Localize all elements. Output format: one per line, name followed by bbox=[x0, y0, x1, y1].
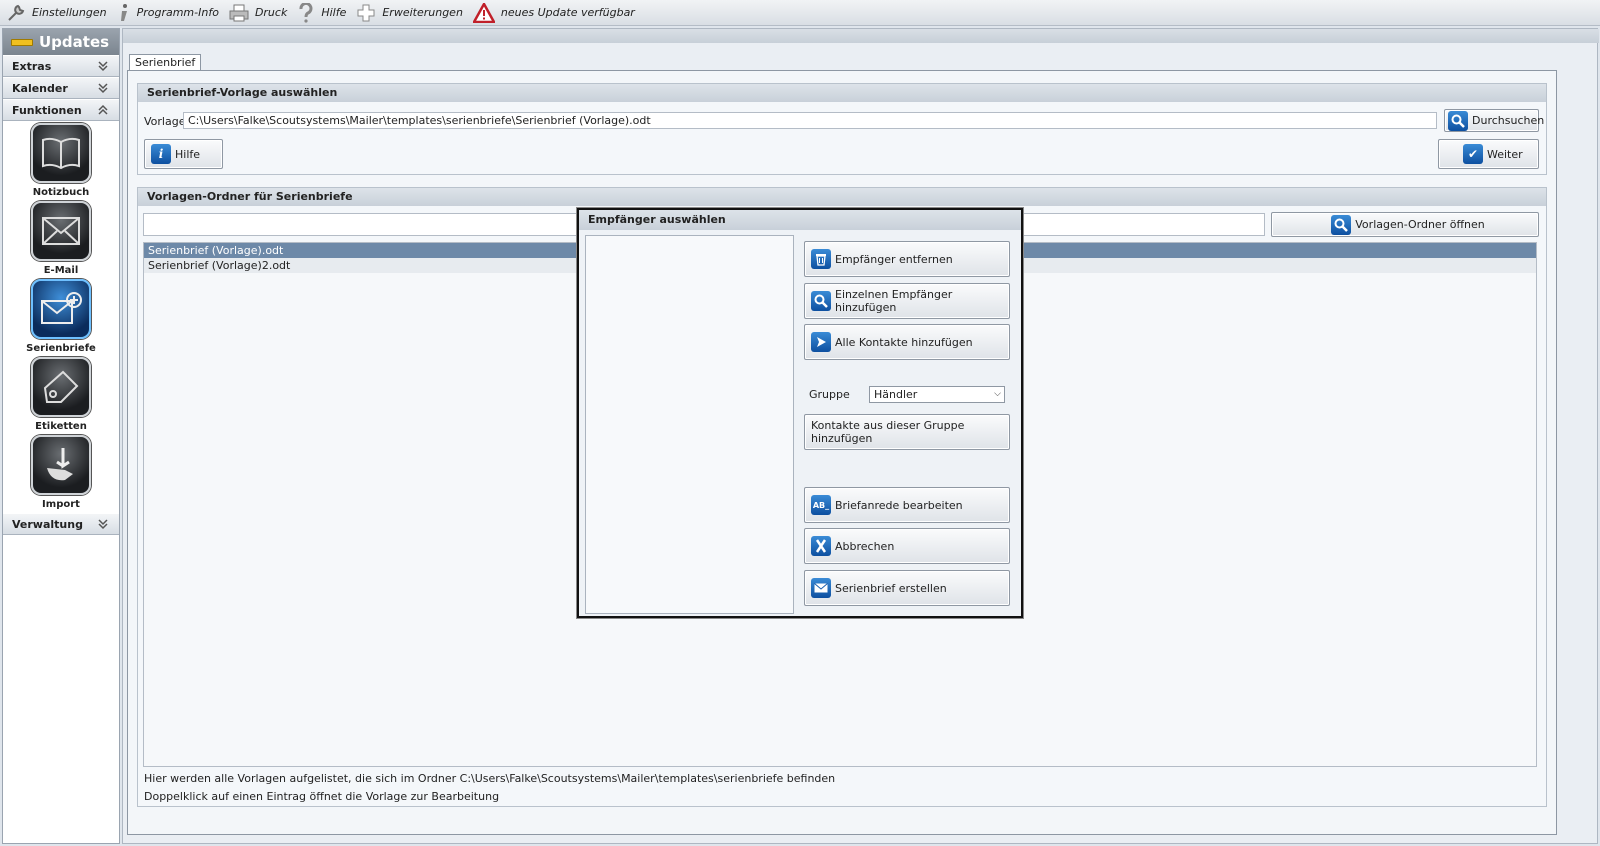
toolbar-extensions[interactable]: Erweiterungen bbox=[356, 3, 463, 23]
arrow-right-icon bbox=[811, 332, 831, 352]
tile-serienbriefe[interactable] bbox=[31, 279, 91, 339]
toolbar-settings-label: Einstellungen bbox=[32, 6, 107, 19]
chevron-down-icon bbox=[98, 61, 108, 72]
open-folder-button[interactable]: Vorlagen-Ordner öffnen bbox=[1271, 212, 1539, 237]
printer-icon bbox=[229, 4, 249, 21]
ab-text-icon: AB_ bbox=[811, 495, 831, 515]
sidebar-section-verwaltung-label: Verwaltung bbox=[12, 517, 83, 531]
edit-salutation-label: Briefanrede bearbeiten bbox=[835, 498, 963, 512]
minus-icon bbox=[11, 38, 33, 46]
search-icon bbox=[1331, 214, 1352, 235]
import-icon bbox=[47, 448, 73, 481]
checkmark-icon: ✔ bbox=[1463, 144, 1483, 164]
add-all-contacts-label: Alle Kontakte hinzufügen bbox=[835, 335, 973, 349]
chevron-down-icon bbox=[98, 83, 108, 94]
envelope-plus-icon bbox=[41, 292, 82, 324]
folder-note-1: Hier werden alle Vorlagen aufgelistet, d… bbox=[144, 772, 836, 785]
tile-etiketten-label: Etiketten bbox=[35, 421, 87, 432]
template-group-title: Serienbrief-Vorlage auswählen bbox=[138, 84, 1546, 102]
template-path-field[interactable]: C:\Users\Falke\Scoutsystems\Mailer\templ… bbox=[183, 112, 1437, 129]
cancel-button[interactable]: Abbrechen bbox=[804, 528, 1010, 564]
sidebar-header-label: Updates bbox=[39, 33, 110, 51]
question-icon bbox=[299, 2, 313, 23]
trash-icon bbox=[811, 249, 831, 269]
envelope-icon bbox=[42, 217, 80, 245]
tab-serienbrief[interactable]: Serienbrief bbox=[129, 54, 202, 71]
top-toolbar: Einstellungen Programm-Info Druck Hilfe … bbox=[0, 0, 1600, 26]
tile-import-label: Import bbox=[42, 499, 80, 510]
create-serial-letter-label: Serienbrief erstellen bbox=[835, 581, 947, 595]
group-label: Gruppe bbox=[809, 388, 850, 401]
toolbar-settings[interactable]: Einstellungen bbox=[6, 3, 107, 23]
group-select-value: Händler bbox=[874, 388, 918, 401]
open-folder-button-label: Vorlagen-Ordner öffnen bbox=[1355, 218, 1485, 231]
wrench-icon bbox=[8, 4, 25, 21]
main-header-bar bbox=[123, 29, 1599, 43]
info-icon: i bbox=[151, 144, 171, 164]
chevron-up-icon bbox=[98, 104, 108, 115]
warning-icon bbox=[472, 2, 495, 23]
toolbar-extensions-label: Erweiterungen bbox=[382, 6, 463, 19]
help-button-label: Hilfe bbox=[175, 147, 201, 161]
notebook-icon bbox=[42, 137, 80, 170]
dialog-title: Empfänger auswählen bbox=[579, 210, 1021, 230]
recipient-list[interactable] bbox=[585, 235, 794, 614]
sidebar-header[interactable]: Updates bbox=[3, 29, 119, 55]
next-button-label: Weiter bbox=[1487, 147, 1523, 161]
sidebar-section-kalender-label: Kalender bbox=[12, 81, 68, 95]
tag-icon bbox=[43, 370, 79, 403]
template-label: Vorlage bbox=[144, 115, 186, 128]
folder-group-title: Vorlagen-Ordner für Serienbriefe bbox=[138, 188, 1546, 206]
search-icon bbox=[811, 291, 831, 311]
edit-salutation-button[interactable]: AB_ Briefanrede bearbeiten bbox=[804, 487, 1010, 523]
tile-notizbuch-label: Notizbuch bbox=[32, 187, 90, 198]
create-serial-letter-button[interactable]: Serienbrief erstellen bbox=[804, 570, 1010, 606]
envelope-icon bbox=[811, 578, 831, 598]
template-group: Serienbrief-Vorlage auswählen Vorlage C:… bbox=[137, 83, 1547, 175]
browse-button[interactable]: Durchsuchen bbox=[1444, 109, 1544, 132]
remove-recipient-button[interactable]: Empfänger entfernen bbox=[804, 241, 1010, 277]
folder-note-2: Doppelklick auf einen Eintrag öffnet die… bbox=[144, 790, 500, 803]
group-select[interactable]: Händler ⌵ bbox=[869, 386, 1005, 403]
tile-email-label: E-Mail bbox=[43, 265, 79, 276]
add-group-contacts-label: Kontakte aus dieser Gruppe hinzufügen bbox=[811, 419, 965, 445]
tile-notizbuch[interactable] bbox=[31, 123, 91, 183]
function-tiles: Notizbuch E-Mail Serienbriefe Etiketten … bbox=[3, 121, 119, 513]
search-icon bbox=[1448, 110, 1468, 131]
help-button[interactable]: i Hilfe bbox=[144, 139, 223, 169]
plus-icon bbox=[357, 4, 375, 21]
toolbar-print-label: Druck bbox=[254, 6, 288, 19]
toolbar-program-info[interactable]: Programm-Info bbox=[117, 3, 219, 23]
sidebar: Updates Extras Kalender Funktionen Notiz… bbox=[2, 28, 120, 844]
select-recipients-dialog: Empfänger auswählen Empfänger entfernen … bbox=[577, 208, 1023, 618]
browse-button-label: Durchsuchen bbox=[1472, 114, 1545, 127]
info-icon bbox=[120, 3, 127, 21]
tile-email[interactable] bbox=[31, 201, 91, 261]
cancel-label: Abbrechen bbox=[835, 539, 895, 553]
add-single-recipient-button[interactable]: Einzelnen Empfänger hinzufügen bbox=[804, 283, 1010, 319]
add-all-contacts-button[interactable]: Alle Kontakte hinzufügen bbox=[804, 324, 1010, 360]
sidebar-section-verwaltung[interactable]: Verwaltung bbox=[3, 513, 119, 535]
toolbar-update-label: neues Update verfügbar bbox=[500, 6, 635, 19]
toolbar-print[interactable]: Druck bbox=[229, 4, 287, 22]
toolbar-help[interactable]: Hilfe bbox=[297, 2, 347, 23]
toolbar-update-available[interactable]: neues Update verfügbar bbox=[472, 2, 635, 23]
remove-recipient-label: Empfänger entfernen bbox=[835, 252, 953, 266]
chevron-down-icon bbox=[98, 519, 108, 530]
add-group-contacts-button[interactable]: Kontakte aus dieser Gruppe hinzufügen bbox=[804, 414, 1010, 450]
toolbar-program-info-label: Programm-Info bbox=[136, 6, 219, 19]
tile-serienbriefe-label: Serienbriefe bbox=[26, 343, 96, 354]
sidebar-section-extras-label: Extras bbox=[12, 59, 52, 73]
tile-import[interactable] bbox=[31, 435, 91, 495]
sidebar-section-kalender[interactable]: Kalender bbox=[3, 77, 119, 99]
sidebar-section-funktionen-label: Funktionen bbox=[12, 103, 82, 117]
chevron-down-icon: ⌵ bbox=[994, 389, 1001, 399]
sidebar-section-funktionen[interactable]: Funktionen bbox=[3, 99, 119, 121]
toolbar-help-label: Hilfe bbox=[321, 6, 347, 19]
tile-etiketten[interactable] bbox=[31, 357, 91, 417]
close-icon bbox=[811, 536, 831, 556]
add-single-recipient-label: Einzelnen Empfänger hinzufügen bbox=[835, 288, 953, 314]
next-button[interactable]: ✔ Weiter bbox=[1438, 139, 1539, 169]
sidebar-section-extras[interactable]: Extras bbox=[3, 55, 119, 77]
